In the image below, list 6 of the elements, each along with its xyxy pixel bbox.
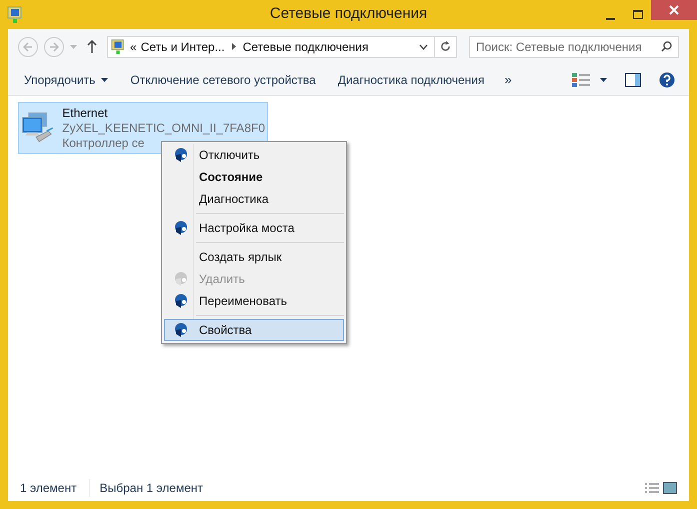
status-text: 1 элемент (20, 479, 90, 497)
window-title: Сетевые подключения (270, 4, 428, 24)
connection-name: Ethernet (62, 106, 109, 120)
status-text: Выбран 1 элемент (100, 480, 204, 497)
network-name: ZyXEL_KEENETIC_OMNI_II_7FA8F0 (62, 120, 265, 136)
adapter-name: Контроллер се (62, 136, 146, 150)
